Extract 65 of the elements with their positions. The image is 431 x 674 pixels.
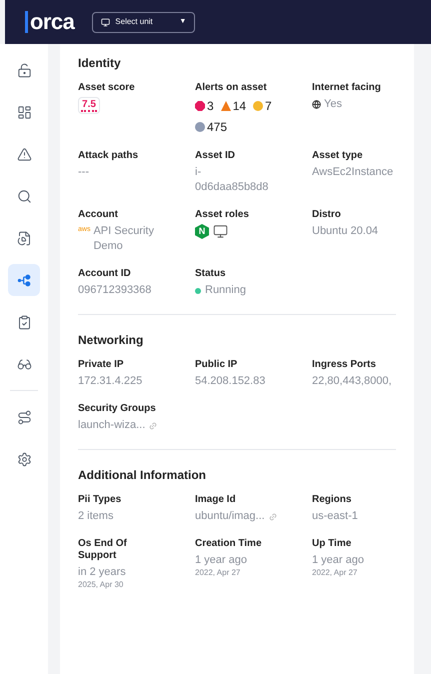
field-value: Running (205, 283, 246, 298)
sidebar-item[interactable] (8, 264, 40, 296)
search-icon (16, 188, 32, 204)
field-value: us-east-1 (312, 509, 359, 524)
field-value: 2 items (78, 509, 114, 524)
unit-icon (101, 18, 110, 26)
field-value: launch-wiza... (78, 418, 146, 433)
field-label: Account ID (78, 268, 132, 280)
field-date: 2022, Apr 27 (312, 568, 358, 578)
field-label: Security Groups (78, 403, 157, 415)
field-date: 2022, Apr 27 (195, 568, 242, 578)
field-value: in 2 years (78, 565, 127, 580)
settings-icon (16, 452, 32, 466)
field-label: Os End Of Support (78, 538, 128, 562)
field-value: AwsEc2Instance (312, 165, 394, 180)
field-label: Private IP (78, 359, 125, 371)
alert-count: 475 (207, 119, 228, 136)
field-value: 54.208.152.83 (195, 374, 266, 389)
score-badge: 7.5 (78, 97, 100, 114)
field-label: Asset roles (195, 209, 250, 221)
field-label: Public IP (195, 359, 238, 371)
field-value: 096712393368 (78, 283, 152, 298)
dashboard-icon (16, 104, 32, 120)
field-label: Ingress Ports (312, 359, 377, 371)
field-value: 22,80,443,8000, (312, 374, 393, 389)
lock-open-icon (16, 62, 32, 78)
section-title: Identity (78, 55, 122, 72)
field-date: 2025, Apr 30 (78, 580, 124, 590)
warning-icon (16, 146, 32, 162)
field-label: Attack paths (78, 150, 140, 162)
field-value: Yes (324, 97, 342, 112)
field-label: Status (195, 268, 227, 280)
globe-icon (312, 100, 321, 109)
clipboard-check-icon (16, 314, 32, 330)
section-title: Networking (78, 332, 144, 349)
alert-count: 3 (207, 98, 214, 115)
field-value: ubuntu/imag... (195, 509, 265, 524)
field-label: Asset ID (195, 150, 236, 162)
report-icon (16, 230, 32, 246)
glasses-icon (16, 356, 32, 372)
field-label: Pii Types (78, 494, 122, 506)
field-label: Image Id (195, 494, 237, 506)
field-label: Distro (312, 209, 342, 221)
field-label: Up Time (312, 538, 352, 550)
field-label: Regions (312, 494, 352, 506)
field-label: Asset score (78, 82, 136, 94)
alert-count: 14 (232, 98, 246, 115)
field-label: Alerts on asset (195, 82, 268, 94)
field-value: 1 year ago (312, 553, 365, 568)
field-value: 1 year ago (195, 553, 248, 568)
section-title: Additional Information (78, 467, 207, 484)
field-label: Creation Time (195, 538, 262, 550)
field-value: Ubuntu 20.04 (312, 224, 380, 239)
field-label: Asset type (312, 150, 364, 162)
field-label: Internet facing (312, 82, 382, 94)
logo: orca (25, 11, 74, 33)
alert-count: 7 (265, 98, 272, 115)
field-value: 172.31.4.225 (78, 374, 144, 389)
route-icon (16, 410, 32, 424)
graph-icon (16, 272, 32, 288)
monitor-icon (213, 224, 228, 239)
role-badge: N (195, 224, 209, 239)
field-value: --- (78, 165, 90, 180)
field-label: Account (78, 209, 119, 221)
field-value: API Security Demo (93, 224, 155, 254)
